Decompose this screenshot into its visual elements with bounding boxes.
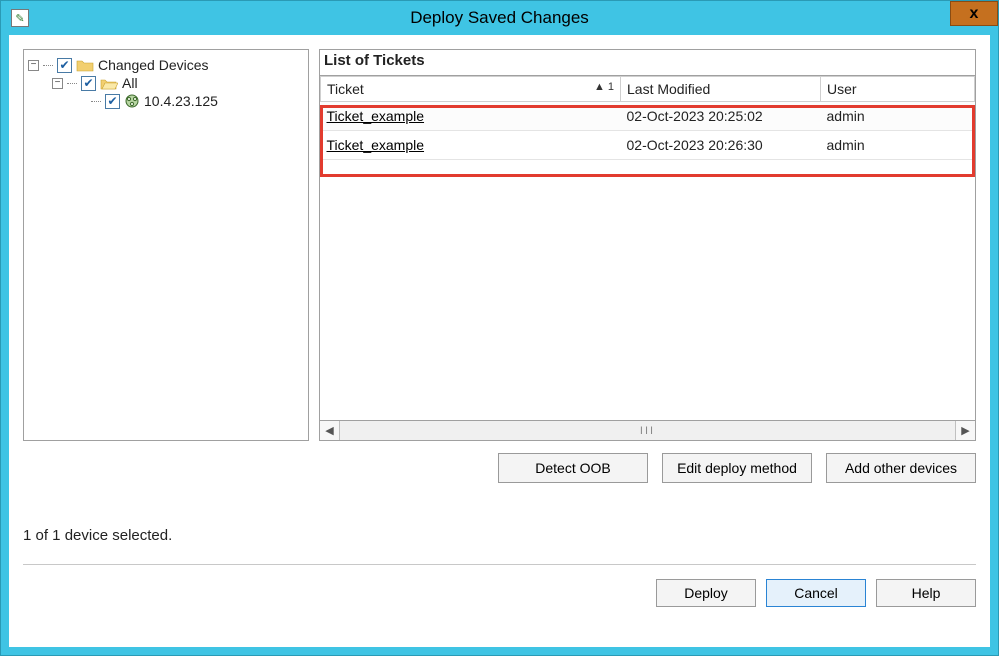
scroll-right-icon[interactable]: ▶ [955, 421, 975, 440]
help-button[interactable]: Help [876, 579, 976, 607]
horizontal-scrollbar[interactable]: ◀ III ▶ [319, 421, 976, 441]
tree-label: Changed Devices [98, 57, 209, 73]
checkbox[interactable]: ✔ [105, 94, 120, 109]
tree-node-all[interactable]: − ✔ All [52, 74, 304, 92]
ticket-link[interactable]: Ticket_example [327, 108, 425, 124]
col-header-label: User [827, 81, 857, 97]
add-other-devices-button[interactable]: Add other devices [826, 453, 976, 483]
edit-deploy-method-button[interactable]: Edit deploy method [662, 453, 812, 483]
open-folder-icon [100, 76, 118, 90]
col-header-ticket[interactable]: Ticket ▲ 1 [321, 77, 621, 102]
selection-status: 1 of 1 device selected. [23, 527, 976, 544]
tree-label: All [122, 75, 138, 91]
close-button[interactable]: x [950, 1, 998, 26]
window-title: Deploy Saved Changes [1, 8, 998, 28]
cell-last-modified: 02-Oct-2023 20:25:02 [621, 102, 821, 131]
dialog-window: ✎ Deploy Saved Changes x − ✔ [0, 0, 999, 656]
table-row[interactable]: Ticket_example 02-Oct-2023 20:25:02 admi… [321, 102, 975, 131]
scroll-left-icon[interactable]: ◀ [320, 421, 340, 440]
tree-label: 10.4.23.125 [144, 93, 218, 109]
scroll-track[interactable]: III [340, 421, 955, 440]
cell-user: admin [821, 102, 975, 131]
checkbox[interactable]: ✔ [81, 76, 96, 91]
titlebar: ✎ Deploy Saved Changes x [1, 1, 998, 35]
cancel-button[interactable]: Cancel [766, 579, 866, 607]
footer-button-row: Deploy Cancel Help [23, 579, 976, 607]
expander-spacer [76, 96, 87, 107]
tree-node-device[interactable]: ✔ 10.4.23.125 [76, 92, 304, 110]
device-icon [124, 93, 140, 109]
expander-icon[interactable]: − [52, 78, 63, 89]
app-icon: ✎ [11, 9, 29, 27]
col-header-label: Last Modified [627, 81, 710, 97]
table-row[interactable]: Ticket_example 02-Oct-2023 20:26:30 admi… [321, 131, 975, 160]
col-header-last-modified[interactable]: Last Modified [621, 77, 821, 102]
tree-connector [67, 83, 77, 84]
ticket-table: Ticket ▲ 1 Last Modified User [320, 76, 975, 160]
device-tree[interactable]: − ✔ Changed Devices − [23, 49, 309, 441]
folder-icon [76, 58, 94, 72]
separator [23, 564, 976, 565]
ticket-panel: List of Tickets Ticket ▲ 1 [319, 49, 976, 441]
checkbox[interactable]: ✔ [57, 58, 72, 73]
action-button-row: Detect OOB Edit deploy method Add other … [23, 453, 976, 483]
ticket-list-title: List of Tickets [319, 49, 976, 75]
sort-indicator-icon: ▲ 1 [594, 81, 614, 93]
expander-icon[interactable]: − [28, 60, 39, 71]
deploy-button[interactable]: Deploy [656, 579, 756, 607]
cell-user: admin [821, 131, 975, 160]
client-area: − ✔ Changed Devices − [9, 35, 990, 647]
tree-connector [43, 65, 53, 66]
cell-last-modified: 02-Oct-2023 20:26:30 [621, 131, 821, 160]
detect-oob-button[interactable]: Detect OOB [498, 453, 648, 483]
tree-node-changed-devices[interactable]: − ✔ Changed Devices [28, 56, 304, 74]
col-header-user[interactable]: User [821, 77, 975, 102]
tree-connector [91, 101, 101, 102]
ticket-link[interactable]: Ticket_example [327, 137, 425, 153]
col-header-label: Ticket [327, 81, 364, 97]
ticket-table-wrap: Ticket ▲ 1 Last Modified User [319, 75, 976, 421]
